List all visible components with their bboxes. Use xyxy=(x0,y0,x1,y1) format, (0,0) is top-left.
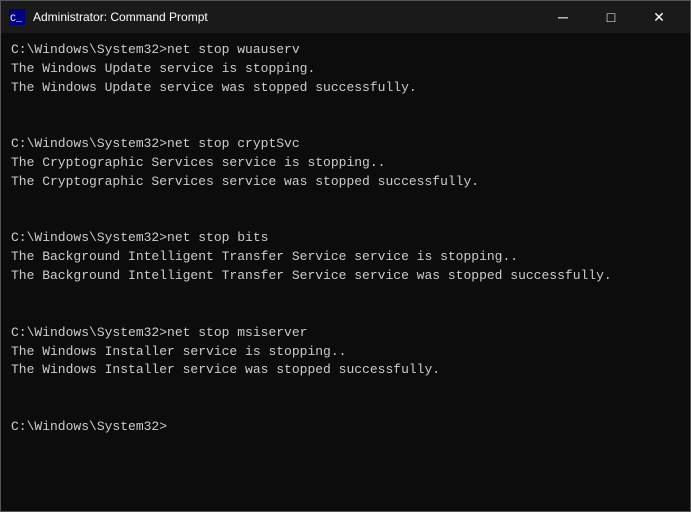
terminal-output: C:\Windows\System32>net stop wuauserv Th… xyxy=(11,41,680,437)
svg-text:C_: C_ xyxy=(10,14,23,25)
maximize-button[interactable]: □ xyxy=(588,1,634,33)
minimize-button[interactable]: ─ xyxy=(540,1,586,33)
command-prompt-window: C_ Administrator: Command Prompt ─ □ ✕ C… xyxy=(0,0,691,512)
window-title: Administrator: Command Prompt xyxy=(33,10,208,24)
terminal-body[interactable]: C:\Windows\System32>net stop wuauserv Th… xyxy=(1,33,690,511)
cmd-icon: C_ xyxy=(9,9,25,25)
close-button[interactable]: ✕ xyxy=(636,1,682,33)
title-bar-controls: ─ □ ✕ xyxy=(540,1,682,33)
title-bar-left: C_ Administrator: Command Prompt xyxy=(9,9,208,25)
title-bar: C_ Administrator: Command Prompt ─ □ ✕ xyxy=(1,1,690,33)
